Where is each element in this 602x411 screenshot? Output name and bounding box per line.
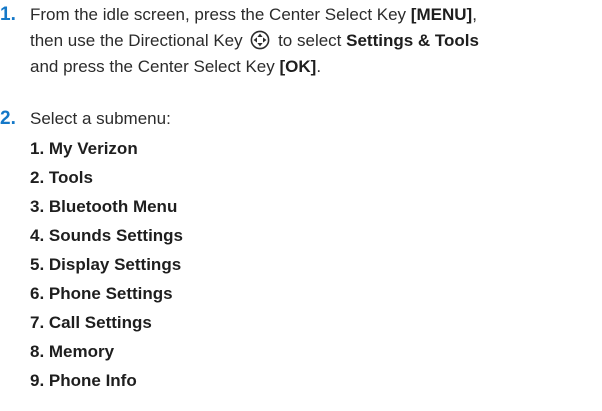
- submenu-item-call-settings: 7. Call Settings: [30, 313, 152, 332]
- step-1-line-1: From the idle screen, press the Center S…: [30, 2, 477, 28]
- directional-key-icon: [250, 30, 270, 50]
- step-1-punct-a: ,: [472, 5, 477, 24]
- instruction-document: 1. From the idle screen, press the Cente…: [0, 0, 602, 411]
- step-1-number: 1.: [0, 4, 16, 25]
- ok-key-label: [OK]: [279, 57, 317, 76]
- step-1: 1. From the idle screen, press the Cente…: [0, 2, 602, 82]
- step-1-text-a: From the idle screen, press the Center S…: [30, 5, 411, 24]
- step-1-line-2: then use the Directional Key to select S…: [30, 28, 479, 54]
- step-1-text-d: and press the Center Select Key: [30, 57, 280, 76]
- step-2-number: 2.: [0, 108, 16, 129]
- submenu-item-my-verizon: 1. My Verizon: [30, 139, 138, 158]
- submenu-item-phone-settings: 6. Phone Settings: [30, 284, 173, 303]
- submenu-item-bluetooth-menu: 3. Bluetooth Menu: [30, 197, 178, 216]
- submenu-item-phone-info: 9. Phone Info: [30, 371, 137, 390]
- submenu-item-display-settings: 5. Display Settings: [30, 255, 182, 274]
- step-2: 2. Select a submenu: 1. My Verizon 2. To…: [0, 106, 602, 411]
- settings-tools-label: Settings & Tools: [346, 31, 479, 50]
- step-1-text-c: to select: [273, 31, 347, 50]
- step-1-text-b: then use the Directional Key: [30, 31, 248, 50]
- submenu-item-tools: 2. Tools: [30, 168, 93, 187]
- step-1-punct-b: .: [316, 57, 322, 76]
- step-1-line-3: and press the Center Select Key [OK].: [30, 54, 321, 80]
- submenu-item-memory: 8. Memory: [30, 342, 115, 361]
- step-2-intro: Select a submenu:: [30, 109, 171, 128]
- submenu-item-sounds-settings: 4. Sounds Settings: [30, 226, 184, 245]
- menu-key-label: [MENU]: [410, 5, 473, 24]
